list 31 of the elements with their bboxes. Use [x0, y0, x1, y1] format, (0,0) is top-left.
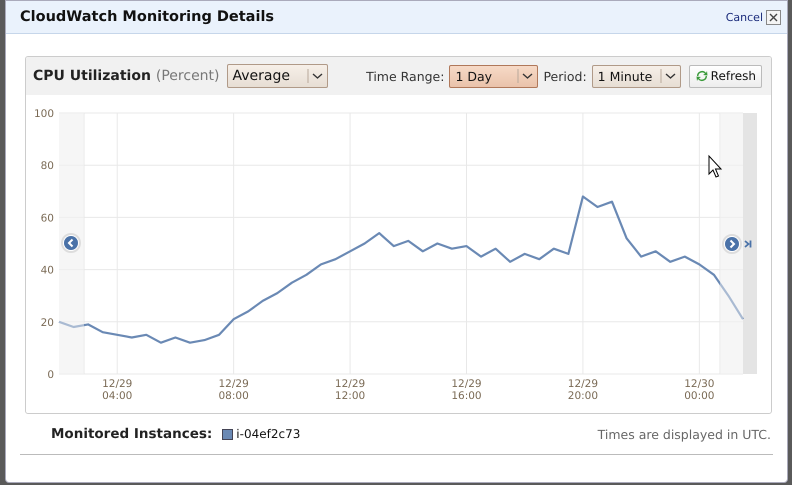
cancel-link[interactable]: Cancel: [726, 10, 763, 24]
x-tick-label: 12/30 00:00: [684, 378, 714, 402]
metric-title: CPU Utilization: [33, 68, 151, 84]
close-icon[interactable]: [766, 10, 781, 24]
timezone-note: Times are displayed in UTC.: [598, 426, 771, 442]
dialog-title: CloudWatch Monitoring Details: [20, 9, 274, 25]
monitored-instances-label: Monitored Instances:: [51, 426, 212, 442]
x-tick-label: 12/29 08:00: [218, 378, 249, 402]
y-tick-label: 40: [40, 264, 54, 277]
scroll-left-icon[interactable]: [61, 233, 81, 253]
control-label: Period:: [543, 68, 587, 84]
control-label: Time Range:: [366, 68, 444, 84]
mouse-cursor-icon: [708, 154, 722, 178]
dropdown[interactable]: 1 Minute: [592, 64, 681, 88]
y-tick-label: 20: [40, 316, 54, 329]
instance-id: i-04ef2c73: [236, 427, 300, 441]
y-tick-label: 100: [34, 108, 54, 120]
skip-to-end-icon[interactable]: [744, 240, 752, 248]
metric-unit: (Percent): [156, 68, 220, 84]
refresh-icon: [694, 69, 709, 83]
x-tick-label: 12/29 12:00: [334, 378, 366, 402]
refresh-button[interactable]: Refresh: [688, 64, 762, 88]
dropdown[interactable]: Average: [226, 64, 328, 88]
y-tick-label: 60: [40, 212, 54, 224]
dropdown[interactable]: 1 Day: [449, 64, 538, 88]
x-tick-label: 12/29 20:00: [568, 378, 598, 402]
y-tick-label: 80: [40, 160, 54, 172]
scroll-right-icon[interactable]: [722, 234, 742, 254]
y-tick-label: 0: [47, 369, 54, 381]
x-tick-label: 12/29 16:00: [451, 378, 482, 402]
x-tick-label: 12/29 04:00: [102, 378, 132, 402]
